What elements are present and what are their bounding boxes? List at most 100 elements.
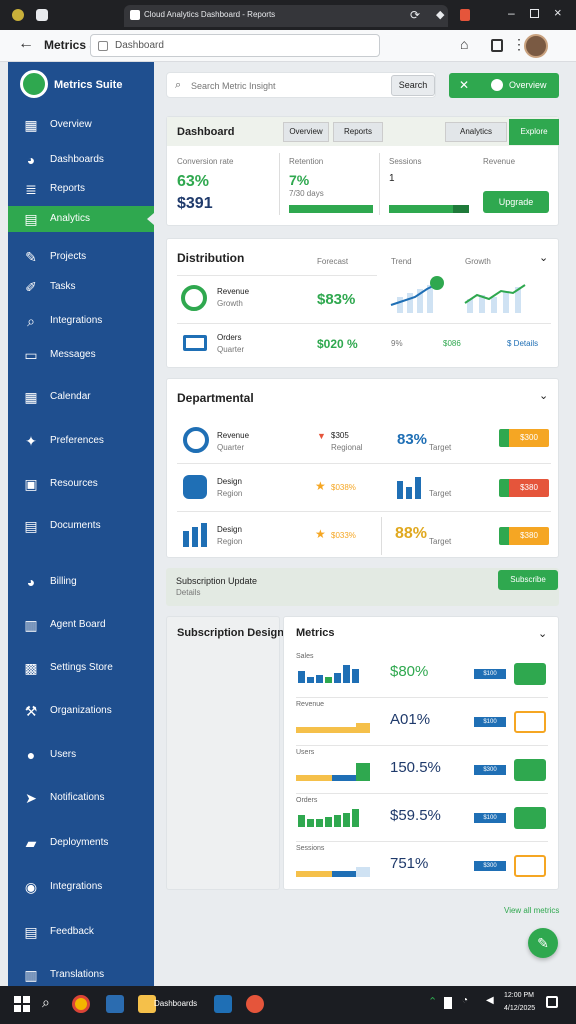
minimize-icon[interactable]: – — [508, 6, 515, 20]
sidebar-item-label: Projects — [50, 251, 87, 262]
metric-action-button[interactable] — [514, 663, 546, 685]
clock[interactable]: 12:00 PM — [504, 992, 534, 999]
subscribe-button[interactable]: Subscribe — [498, 570, 558, 590]
metric-tag[interactable]: $100 — [474, 717, 506, 727]
taskbar: ⌕ Dashboards ⌃ ◔ ◀ 12:00 PM 4/12/2025 — [0, 986, 576, 1024]
row-mid: $038% — [331, 483, 356, 492]
progress-bar — [289, 205, 373, 213]
subscription-panel: Subscription Design — [166, 616, 284, 890]
sidebar-item[interactable]: ✎ Projects — [8, 244, 154, 270]
chevron-down-icon[interactable]: ⌄ — [539, 251, 548, 264]
tray-icon[interactable] — [444, 997, 452, 1009]
sidebar-item[interactable]: ▰ Deployments — [8, 830, 154, 856]
shield-icon[interactable] — [36, 9, 48, 21]
sidebar-item[interactable]: ◉ Integrations — [8, 874, 154, 900]
metric-action-button[interactable] — [514, 855, 546, 877]
sidebar-item[interactable]: ⌕ Integrations — [8, 308, 154, 334]
wifi-icon[interactable]: ◔ — [462, 995, 468, 1006]
overview-button[interactable]: ✕ Overview — [449, 73, 559, 98]
sidebar-item[interactable]: ▥ Agent Board — [8, 612, 154, 638]
fab-button[interactable]: ✎ — [528, 928, 558, 958]
tab-reports[interactable]: Reports — [333, 122, 383, 142]
hammer-icon: ⚒ — [24, 703, 38, 719]
close-x-icon[interactable]: ✕ — [459, 78, 469, 92]
avatar[interactable] — [524, 34, 548, 58]
sidebar-item[interactable]: ▩ Settings Store — [8, 655, 154, 681]
sync-icon[interactable]: ⟳ — [410, 8, 420, 22]
view-all-link[interactable]: View all metrics — [504, 906, 559, 915]
address-bar[interactable]: Dashboard — [90, 34, 380, 57]
circle-status-icon — [181, 285, 207, 311]
volume-icon[interactable]: ◀ — [486, 995, 494, 1006]
sidebar-item[interactable]: ✐ Tasks — [8, 274, 154, 300]
sidebar-item[interactable]: ▤ Documents — [8, 513, 154, 539]
sidebar-item[interactable]: ≣ Reports — [8, 176, 154, 202]
overview-button-label: Overview — [509, 80, 547, 90]
gauge-icon — [183, 427, 209, 453]
metric-tag[interactable]: $100 — [474, 669, 506, 679]
stat-sub: $391 — [177, 195, 213, 212]
upgrade-button[interactable]: Upgrade — [483, 191, 549, 213]
sidebar-item[interactable]: ▥ Translations — [8, 962, 154, 988]
metric-action-button[interactable] — [514, 711, 546, 733]
pencil-icon: ✎ — [25, 249, 37, 265]
app-icon[interactable] — [106, 995, 124, 1013]
metric-tag[interactable]: $300 — [474, 861, 506, 871]
sidebar-item[interactable]: ▣ Resources — [8, 471, 154, 497]
metrics-card: Metrics ⌄ Sales $80% $100 Revenue A01% $100 Us… — [283, 616, 559, 890]
close-icon[interactable]: × — [554, 5, 562, 20]
date[interactable]: 4/12/2025 — [504, 1005, 535, 1012]
metric-action-button[interactable] — [514, 807, 546, 829]
sidebar-item-label: Users — [50, 749, 77, 760]
chevron-down-icon[interactable]: ⌄ — [539, 389, 548, 402]
search-icon[interactable]: ⌕ — [42, 994, 50, 1011]
sidebar-item[interactable]: ▤ Analytics — [8, 206, 154, 232]
windows-start-icon[interactable] — [14, 996, 30, 1012]
departmental-card: Departmental ⌄ Revenue Quarter ▼ $305 Re… — [166, 378, 559, 558]
search-box[interactable]: ⌕ Search Metric Insight Search — [166, 72, 436, 98]
row-badge[interactable]: $380 — [499, 479, 549, 497]
metric-value: $80% — [390, 663, 429, 680]
metric-tag[interactable]: $100 — [474, 813, 506, 823]
sidebar-item[interactable]: ◕ Dashboards — [8, 147, 154, 173]
metric-action-button[interactable] — [514, 759, 546, 781]
home-icon[interactable]: ⌂ — [460, 36, 468, 52]
tab-analytics[interactable]: Analytics — [445, 122, 507, 142]
stat-label: Retention — [289, 157, 324, 166]
tab-explore[interactable]: Explore — [509, 119, 559, 145]
browser-menu-icon[interactable] — [12, 9, 24, 21]
sidebar-item[interactable]: ➤ Notifications — [8, 785, 154, 811]
sidebar-item-label: Translations — [50, 969, 105, 980]
tray-arrow-icon[interactable]: ⌃ — [428, 995, 437, 1008]
sidebar-item[interactable]: ● Users — [8, 742, 154, 768]
notification-icon[interactable] — [546, 996, 558, 1008]
sidebar-item[interactable]: ⚒ Organizations — [8, 698, 154, 724]
media-icon[interactable] — [246, 995, 264, 1013]
reader-icon[interactable] — [491, 39, 503, 52]
extensions-icon[interactable]: ◆ — [436, 8, 444, 21]
row-badge[interactable]: $380 — [499, 527, 549, 545]
browser-icon[interactable] — [72, 995, 90, 1013]
metric-bar — [356, 867, 370, 877]
row-badge[interactable]: $300 — [499, 429, 549, 447]
taskbar-app-label[interactable]: Dashboards — [154, 999, 197, 1008]
back-arrow-icon[interactable]: ← — [18, 35, 34, 53]
search-button[interactable]: Search — [391, 75, 435, 96]
profile-badge-icon[interactable] — [460, 9, 470, 21]
tab-overview[interactable]: Overview — [283, 122, 329, 142]
sidebar-item[interactable]: ◕ Billing — [8, 569, 154, 595]
sidebar-item[interactable]: ▦ Calendar — [8, 384, 154, 410]
metric-tag[interactable]: $300 — [474, 765, 506, 775]
store-icon[interactable] — [214, 995, 232, 1013]
tool-icon: ✦ — [25, 433, 37, 449]
sidebar-item[interactable]: ✦ Preferences — [8, 428, 154, 454]
panel-title: Subscription Design — [177, 627, 284, 639]
sidebar-item[interactable]: ▤ Feedback — [8, 919, 154, 945]
sidebar-item[interactable]: ▦ Overview — [8, 112, 154, 138]
row-mid-sub: Regional — [331, 443, 363, 452]
chevron-down-icon[interactable]: ⌄ — [538, 627, 547, 640]
details-link[interactable]: $ Details — [507, 339, 538, 348]
maximize-icon[interactable] — [530, 9, 539, 18]
sidebar-item[interactable]: ▭ Messages — [8, 342, 154, 368]
metric-label: Orders — [296, 797, 318, 804]
